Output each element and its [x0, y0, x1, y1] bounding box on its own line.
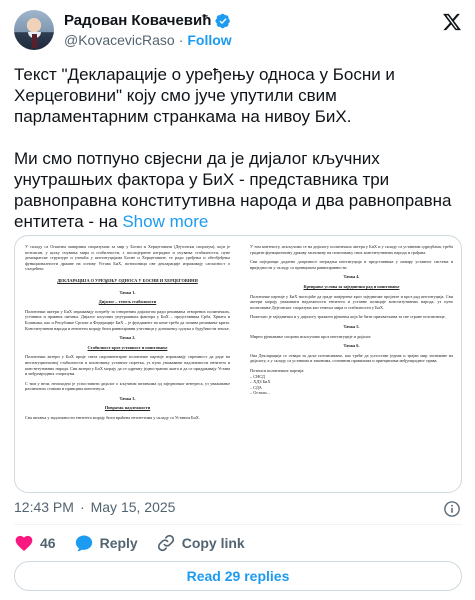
doc-point-4-more: Пожељно је заједнички и у дијалогу тражи… — [250, 314, 446, 320]
timestamp-row[interactable]: 12:43 PM · May 15, 2025 — [14, 499, 175, 515]
doc-point-6-list: Потписи политичких партија: – СНСД – ХДЗ… — [250, 367, 305, 396]
doc-point-1-title: Тачка 1. — [119, 289, 136, 295]
user-handle[interactable]: @KovacevicRaso — [64, 32, 175, 48]
reply-button[interactable]: Reply — [74, 533, 138, 553]
doc-point-4-title: Тачка 4. — [343, 274, 360, 280]
avatar[interactable] — [14, 10, 54, 50]
doc-point-2-subtitle: Стабилност кроз уставност и поштовање — [87, 344, 168, 350]
action-bar: 46 Reply Copy link — [14, 532, 245, 554]
attached-document-image[interactable]: У складу са Општим оквирним споразумом з… — [14, 235, 462, 493]
tweet-embed-card: Радован Ковачевић @KovacevicRaso · Follo… — [0, 0, 475, 600]
doc-right-top-2: Сви појединци додатно доприносе изградњи… — [250, 259, 453, 270]
x-logo-icon[interactable] — [442, 12, 462, 32]
copy-link-button[interactable]: Copy link — [156, 533, 245, 553]
doc-point-6-body: Ова Декларација се отвара за даље потпис… — [250, 352, 453, 364]
reply-bubble-icon — [75, 535, 92, 552]
doc-point-6-title: Тачка 6. — [343, 343, 360, 349]
doc-intro: У складу са Општим оквирним споразумом з… — [25, 244, 230, 272]
show-more-link[interactable]: Show more — [122, 212, 208, 231]
document-left-column: У складу са Општим оквирним споразумом з… — [25, 244, 230, 425]
tweet-date[interactable]: May 15, 2025 — [91, 499, 176, 515]
heart-icon — [15, 535, 33, 551]
reply-label: Reply — [99, 535, 138, 551]
doc-point-5-body: Мирнo рјешавање спорова искључиво кроз и… — [250, 333, 372, 339]
doc-point-2-more: С тим у вези, неопходно је успоставити д… — [25, 380, 230, 392]
doc-point-3-subtitle: Повратак надлежности — [104, 405, 151, 411]
doc-point-1-subtitle: Дијалог – темељ стабилности — [98, 299, 157, 305]
name-row: Радован Ковачевић — [64, 12, 231, 29]
doc-point-4-body: Политичке партије у БиХ настојаће да гра… — [250, 293, 453, 310]
tweet-paragraph-1: Текст "Декларације о уређењу односа у Бо… — [14, 65, 400, 126]
doc-point-3-title: Тачка 3. — [119, 395, 136, 401]
info-icon[interactable] — [443, 500, 461, 518]
document-right-column: У том контексту, искључиво се на дијалог… — [250, 244, 453, 400]
tweet-time[interactable]: 12:43 PM — [14, 499, 74, 515]
like-button[interactable]: 46 — [14, 533, 56, 553]
doc-point-1-body: Политички актери у БиХ изражавају потреб… — [25, 308, 230, 331]
doc-point-4-subtitle: Креирање услова за заједнички рад и пошт… — [303, 283, 400, 289]
handle-separator: · — [178, 32, 184, 48]
read-replies-button[interactable]: Read 29 replies — [14, 561, 462, 591]
doc-title: ДЕКЛАРАЦИЈА О УРЕЂЕЊУ ОДНОСА У БОСНИ И Х… — [57, 277, 198, 283]
doc-right-top: У том контексту, искључиво се на дијалог… — [250, 244, 453, 255]
handle-row: @KovacevicRaso · Follow — [64, 32, 232, 48]
tweet-header: Радован Ковачевић @KovacevicRaso · Follo… — [14, 10, 464, 56]
doc-point-5-title: Тачка 5. — [343, 323, 360, 329]
link-icon — [157, 534, 174, 552]
copy-link-label: Copy link — [181, 535, 245, 551]
doc-point-2-title: Тачка 2. — [119, 335, 136, 341]
divider — [14, 524, 462, 525]
tweet-text: Текст "Декларације о уређењу односа у Бо… — [14, 64, 462, 232]
tweet-paragraph-2: Ми смо потпуно свјесни да је дијалог кљу… — [14, 149, 457, 231]
follow-button[interactable]: Follow — [187, 32, 231, 48]
time-separator: · — [79, 499, 85, 515]
avatar-tie — [32, 34, 37, 48]
verified-badge-icon — [215, 13, 231, 28]
doc-point-3-body: Сва питања у надлежности ентитета морају… — [25, 415, 200, 421]
doc-point-2-body: Политички актери у БиХ прије свега парла… — [25, 354, 230, 377]
like-count: 46 — [40, 535, 56, 551]
display-name[interactable]: Радован Ковачевић — [64, 12, 211, 29]
